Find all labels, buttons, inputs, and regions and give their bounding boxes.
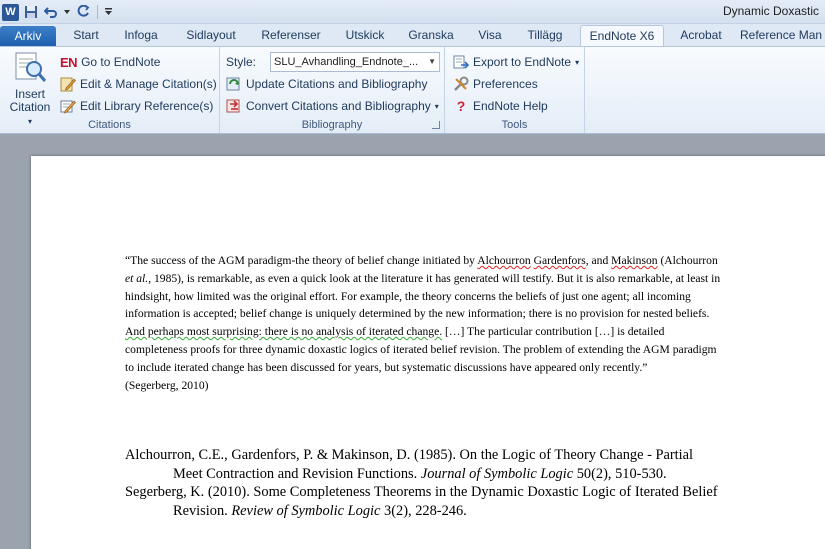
ribbon: Insert Citation ▾ EN Go to EndNote Edit … <box>0 46 825 134</box>
insert-citation-icon <box>13 51 47 85</box>
insert-citation-button[interactable]: Insert Citation ▾ <box>6 51 54 128</box>
reference-tail: 3(2), 228-246. <box>380 502 467 519</box>
customize-toolbar-icon[interactable] <box>104 4 112 20</box>
dialog-launcher-icon[interactable] <box>432 121 440 129</box>
export-to-endnote-label: Export to EndNote <box>473 55 572 69</box>
tab-reference-manager[interactable]: Reference Man <box>740 25 825 46</box>
reference-journal: Journal of Symbolic Logic <box>420 465 574 482</box>
reference-tail: 50(2), 510-530. <box>573 465 667 482</box>
undo-dropdown-icon[interactable] <box>63 4 71 20</box>
tab-endnote[interactable]: EndNote X6 <box>580 25 664 46</box>
convert-bibliography-icon <box>226 98 242 114</box>
convert-citations-label: Convert Citations and Bibliography <box>246 99 431 113</box>
edit-manage-citations-label: Edit & Manage Citation(s) <box>80 77 217 91</box>
style-label: Style: <box>226 55 257 69</box>
bibliography-group-label: Bibliography <box>301 119 363 131</box>
tab-insert[interactable]: Infoga <box>115 25 167 46</box>
title-bar: W Dynamic Doxastic <box>0 0 825 24</box>
tab-acrobat[interactable]: Acrobat <box>672 25 730 46</box>
grammar-warning-text[interactable]: And perhaps most surprising: there is no… <box>125 325 442 338</box>
tools-group-label: Tools <box>501 119 528 131</box>
update-citations-label: Update Citations and Bibliography <box>246 77 428 91</box>
reference-entry[interactable]: Segerberg, K. (2010). Some Completeness … <box>125 483 725 520</box>
quote-text: “The success of the AGM paradigm-the the… <box>125 254 478 267</box>
tab-file[interactable]: Arkiv <box>0 26 56 46</box>
edit-library-references-label: Edit Library Reference(s) <box>80 99 214 113</box>
word-app-icon[interactable]: W <box>2 3 19 21</box>
preferences-label: Preferences <box>473 77 538 91</box>
edit-citation-icon <box>60 76 76 92</box>
endnote-help-label: EndNote Help <box>473 99 548 113</box>
reference-entry[interactable]: Alchourron, C.E., Gardenfors, P. & Makin… <box>125 446 725 483</box>
preferences-icon <box>453 76 469 92</box>
document-area[interactable]: “The success of the AGM paradigm-the the… <box>0 135 825 549</box>
convert-citations-button[interactable]: Convert Citations and Bibliography ▾ <box>226 96 439 116</box>
tab-view[interactable]: Visa <box>468 25 512 46</box>
document-title: Dynamic Doxastic <box>722 4 819 18</box>
tab-references[interactable]: Referenser <box>254 25 328 46</box>
tab-page-layout[interactable]: Sidlayout <box>175 25 247 46</box>
endnote-help-button[interactable]: ? EndNote Help <box>453 96 548 116</box>
reference-list: Alchourron, C.E., Gardenfors, P. & Makin… <box>125 446 725 520</box>
quote-text: (Alchourron <box>657 254 718 267</box>
edit-library-icon <box>60 98 76 114</box>
separator <box>97 5 98 19</box>
quick-access-toolbar: W <box>2 2 112 22</box>
save-icon[interactable] <box>23 4 39 20</box>
tab-mailings[interactable]: Utskick <box>336 25 394 46</box>
tab-review[interactable]: Granska <box>402 25 460 46</box>
go-to-endnote-button[interactable]: EN Go to EndNote <box>60 52 160 72</box>
tab-start[interactable]: Start <box>60 25 112 46</box>
redo-icon[interactable] <box>75 4 91 20</box>
help-icon: ? <box>456 98 466 114</box>
chevron-down-icon: ▾ <box>575 57 580 67</box>
chevron-down-icon: ▼ <box>428 57 436 66</box>
document-page[interactable]: “The success of the AGM paradigm-the the… <box>31 156 825 549</box>
reference-journal: Review of Symbolic Logic <box>231 502 381 519</box>
citation[interactable]: (Segerberg, 2010) <box>125 379 209 392</box>
go-to-endnote-label: Go to EndNote <box>81 55 161 69</box>
tools-group: Export to EndNote ▾ Preferences ? EndNot… <box>445 47 585 133</box>
style-dropdown[interactable]: SLU_Avhandling_Endnote_... ▼ <box>270 52 440 72</box>
quote-text: , and <box>585 254 612 267</box>
citations-group: Insert Citation ▾ EN Go to EndNote Edit … <box>0 47 220 133</box>
bibliography-group: Style: SLU_Avhandling_Endnote_... ▼ Upda… <box>220 47 445 133</box>
ribbon-tab-row: Arkiv Start Infoga Sidlayout Referenser … <box>0 24 825 46</box>
edit-library-references-button[interactable]: Edit Library Reference(s) <box>60 96 213 116</box>
spelling-error-word[interactable]: Makinson <box>611 254 657 267</box>
spelling-error-word[interactable]: Alchourron <box>477 254 530 267</box>
export-icon <box>453 54 469 70</box>
spelling-error-word[interactable]: Gardenfors <box>534 254 586 267</box>
undo-icon[interactable] <box>43 4 59 20</box>
quote-text: , 1985), is remarkable, as even a quick … <box>125 271 721 321</box>
quote-italic: et al. <box>125 271 149 285</box>
quote-paragraph[interactable]: “The success of the AGM paradigm-the the… <box>125 252 725 394</box>
endnote-logo-icon: EN <box>60 54 78 70</box>
update-bibliography-icon <box>226 76 242 92</box>
chevron-down-icon: ▾ <box>434 101 439 111</box>
citations-group-label: Citations <box>88 119 131 131</box>
preferences-button[interactable]: Preferences <box>453 74 538 94</box>
style-value: SLU_Avhandling_Endnote_... <box>274 56 419 68</box>
export-to-endnote-button[interactable]: Export to EndNote ▾ <box>453 52 579 72</box>
update-citations-button[interactable]: Update Citations and Bibliography <box>226 74 427 94</box>
edit-manage-citations-button[interactable]: Edit & Manage Citation(s) <box>60 74 217 94</box>
tab-add-ins[interactable]: Tillägg <box>518 25 572 46</box>
